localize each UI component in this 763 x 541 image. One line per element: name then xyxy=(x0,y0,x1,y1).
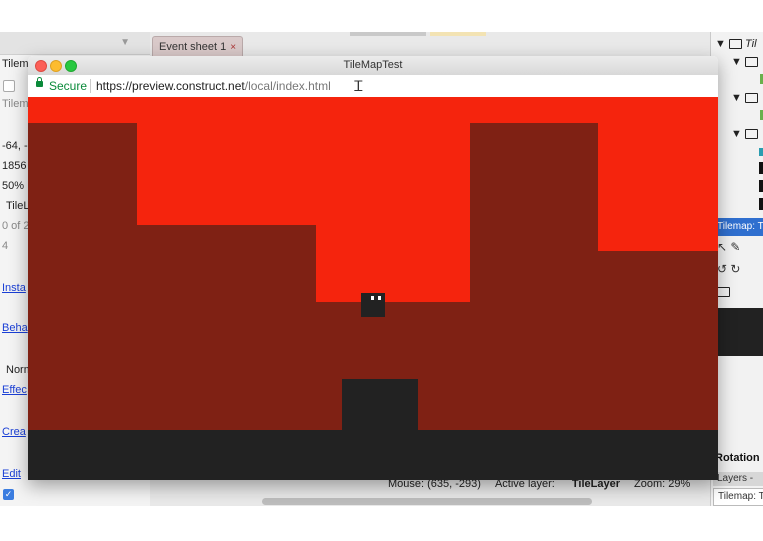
text-cursor-icon: Ꮖ xyxy=(354,78,364,94)
behaviors-link[interactable]: Beha xyxy=(2,322,28,334)
checked-checkbox[interactable]: ✓ xyxy=(3,489,14,500)
tab-label: Event sheet 1 xyxy=(159,41,227,53)
create-link[interactable]: Crea xyxy=(2,426,26,438)
tree-folder[interactable]: ▼ xyxy=(731,128,758,140)
address-separator xyxy=(90,79,91,93)
tileset-preview[interactable] xyxy=(717,308,763,356)
pencil-tool-icon[interactable]: ✎ xyxy=(730,240,740,254)
player-eye-left xyxy=(371,296,374,300)
properties-title: Tilem xyxy=(2,58,29,70)
expand-arrow-icon[interactable]: ▼ xyxy=(731,92,742,104)
tab-strip-segment xyxy=(350,32,426,36)
edit-link[interactable]: Edit xyxy=(2,468,21,480)
address-bar[interactable]: Secure https://preview.construct.net/loc… xyxy=(28,75,718,98)
tilemap-rotate-tools: ↺ ↻ xyxy=(717,262,740,276)
tab-strip-accent xyxy=(430,32,486,36)
folder-icon xyxy=(744,93,758,104)
property-opacity: 50% xyxy=(2,180,25,192)
url-path: /local/index.html xyxy=(244,79,331,93)
url-text[interactable]: https://preview.construct.net/local/inde… xyxy=(96,79,331,93)
effects-link[interactable]: Effec xyxy=(2,384,27,396)
property-position: -64, - xyxy=(2,140,28,152)
layers-tab[interactable]: Layers - xyxy=(713,472,763,486)
tree-folder[interactable]: ▼ xyxy=(731,92,758,104)
tree-root[interactable]: ▼ Til xyxy=(715,38,757,50)
chevron-down-icon[interactable]: ▼ xyxy=(120,37,130,48)
tilemap-panel-header: Tilemap: T xyxy=(711,218,763,236)
tab-event-sheet-1[interactable]: Event sheet 1 × xyxy=(152,36,244,57)
folder-icon xyxy=(728,39,742,50)
instance-variables-link[interactable]: Insta xyxy=(2,282,26,294)
property-size: 1856 xyxy=(2,160,27,172)
secure-label: Secure xyxy=(49,79,88,93)
tree-root-label: Til xyxy=(745,38,757,50)
property-number: 4 xyxy=(2,240,9,252)
dark-block xyxy=(342,379,418,432)
rotate-left-icon[interactable]: ↺ xyxy=(717,262,727,276)
property-checkbox[interactable] xyxy=(3,80,15,92)
horizontal-scrollbar[interactable] xyxy=(262,498,592,505)
close-icon[interactable]: × xyxy=(230,42,236,53)
tree-folder[interactable]: ▼ xyxy=(731,56,758,68)
expand-arrow-icon[interactable]: ▼ xyxy=(731,56,742,68)
tilemap-toolbar: ↖ ✎ xyxy=(717,240,740,254)
lock-icon xyxy=(36,77,43,87)
preview-window: TileMapTest Secure https://preview.const… xyxy=(28,56,718,480)
property-layer: TileL xyxy=(6,200,30,212)
properties-subtitle: Tilem xyxy=(2,98,29,110)
tilemap-object-icon xyxy=(759,148,763,156)
object-icon xyxy=(759,180,763,192)
properties-header: ▼ xyxy=(0,32,150,55)
folder-icon[interactable] xyxy=(717,286,730,297)
folder-icon xyxy=(744,57,758,68)
expand-arrow-icon[interactable]: ▼ xyxy=(715,38,726,50)
rotation-label: Rotation xyxy=(715,452,760,464)
game-canvas[interactable] xyxy=(28,97,718,480)
expand-arrow-icon[interactable]: ▼ xyxy=(731,128,742,140)
rotate-right-icon[interactable]: ↻ xyxy=(730,262,740,276)
player-eye-right xyxy=(378,296,381,300)
tilemap-tab[interactable]: Tilemap: T xyxy=(713,488,763,506)
bottom-floor xyxy=(28,430,718,480)
object-icon xyxy=(759,162,763,174)
url-host: https://preview.construct.net xyxy=(96,79,245,93)
cursor-tool-icon[interactable]: ↖ xyxy=(717,240,727,254)
property-count: 0 of 2 xyxy=(2,220,30,232)
window-title: TileMapTest xyxy=(343,59,403,71)
tilemap-folder-row xyxy=(717,284,730,298)
folder-icon xyxy=(744,129,758,140)
object-icon xyxy=(759,198,763,210)
window-titlebar: TileMapTest xyxy=(28,56,718,75)
